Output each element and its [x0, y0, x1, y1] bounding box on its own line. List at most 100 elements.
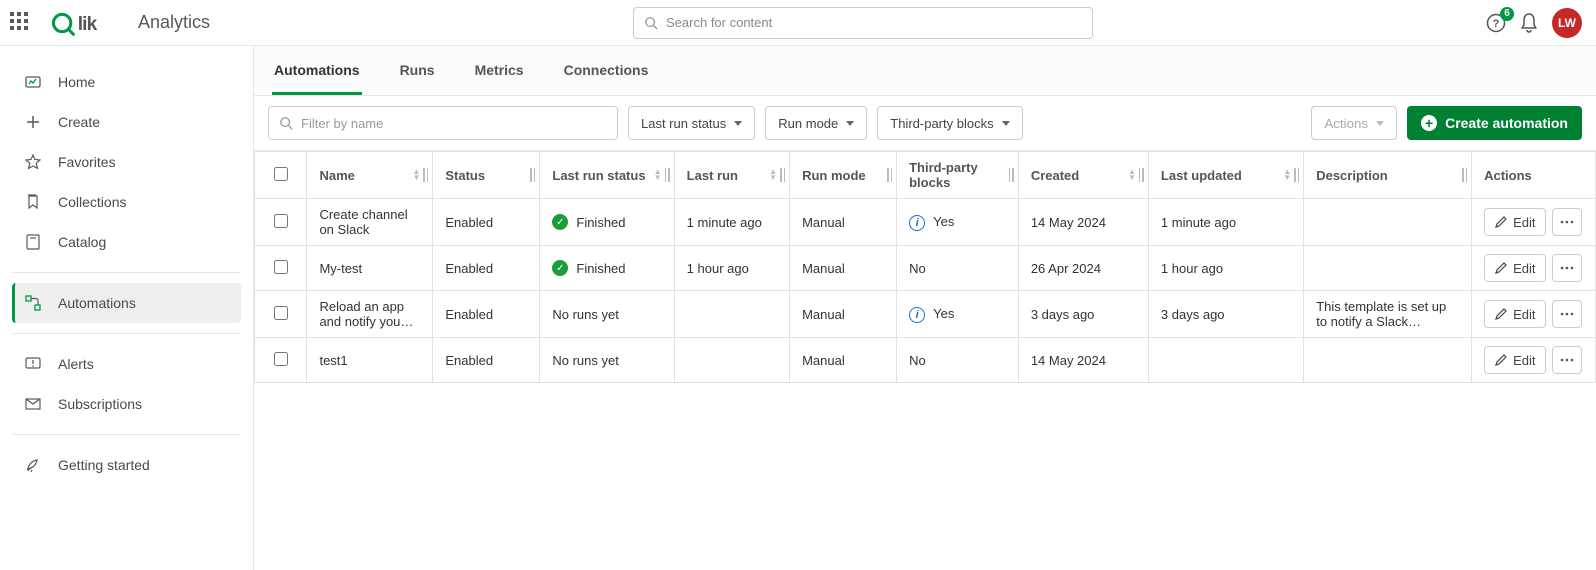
sidebar-item-catalog[interactable]: Catalog [12, 222, 241, 262]
sidebar-item-label: Create [58, 114, 100, 130]
filter-by-name[interactable] [268, 106, 618, 140]
sidebar-item-favorites[interactable]: Favorites [12, 142, 241, 182]
tab-metrics[interactable]: Metrics [473, 46, 526, 95]
col-header-created[interactable]: Created ▲▼ [1018, 152, 1148, 199]
more-button[interactable] [1552, 208, 1582, 236]
tab-automations[interactable]: Automations [272, 46, 362, 95]
sidebar-divider [12, 272, 241, 273]
col-header-last-run-status[interactable]: Last run status ▲▼ [540, 152, 674, 199]
sidebar-item-automations[interactable]: Automations [12, 283, 241, 323]
col-header-actions: Actions [1472, 152, 1596, 199]
sort-icon: ▲▼ [654, 169, 662, 181]
col-header-last-updated[interactable]: Last updated ▲▼ [1148, 152, 1303, 199]
sidebar-item-subscriptions[interactable]: Subscriptions [12, 384, 241, 424]
sidebar-item-label: Catalog [58, 234, 106, 250]
chevron-down-icon [1002, 121, 1010, 126]
cell-description [1304, 199, 1472, 246]
edit-button[interactable]: Edit [1484, 254, 1546, 282]
cell-name[interactable]: Create channel on Slack [307, 199, 433, 246]
cell-status: Enabled [433, 246, 540, 291]
tab-connections[interactable]: Connections [562, 46, 651, 95]
check-circle-icon: ✓ [552, 214, 568, 230]
plus-icon [24, 115, 42, 129]
cell-last-run [674, 338, 789, 383]
column-resize-handle[interactable] [665, 168, 670, 182]
edit-button[interactable]: Edit [1484, 208, 1546, 236]
col-header-tpb[interactable]: Third-party blocks [897, 152, 1019, 199]
column-resize-handle[interactable] [530, 168, 535, 182]
cell-status: Enabled [433, 338, 540, 383]
sidebar-item-label: Getting started [58, 457, 150, 473]
tab-runs[interactable]: Runs [398, 46, 437, 95]
column-resize-handle[interactable] [887, 168, 892, 182]
cell-run-mode: Manual [790, 199, 897, 246]
sidebar-item-create[interactable]: Create [12, 102, 241, 142]
avatar[interactable]: LW [1552, 8, 1582, 38]
filter-input[interactable] [301, 116, 607, 131]
filter-third-party-blocks[interactable]: Third-party blocks [877, 106, 1022, 140]
cell-name[interactable]: Reload an app and notify you… [307, 291, 433, 338]
row-checkbox[interactable] [274, 214, 288, 228]
cell-name[interactable]: My-test [307, 246, 433, 291]
bell-button[interactable] [1520, 13, 1538, 33]
bell-icon [1520, 13, 1538, 33]
more-button[interactable] [1552, 254, 1582, 282]
global-search[interactable] [633, 7, 1093, 39]
column-resize-handle[interactable] [1009, 168, 1014, 182]
column-resize-handle[interactable] [423, 168, 428, 182]
edit-button[interactable]: Edit [1484, 300, 1546, 328]
cell-actions: Edit [1472, 246, 1596, 291]
row-checkbox[interactable] [274, 306, 288, 320]
cell-status: Enabled [433, 291, 540, 338]
app-launcher-icon[interactable] [10, 12, 32, 34]
filter-last-run-status[interactable]: Last run status [628, 106, 755, 140]
col-header-status[interactable]: Status [433, 152, 540, 199]
select-all-checkbox[interactable] [274, 167, 288, 181]
more-icon [1560, 266, 1574, 270]
topbar: lik Analytics ? 6 LW [0, 0, 1596, 46]
bulk-actions-button[interactable]: Actions [1311, 106, 1397, 140]
cell-name[interactable]: test1 [307, 338, 433, 383]
col-header-name[interactable]: Name ▲▼ [307, 152, 433, 199]
column-resize-handle[interactable] [1462, 168, 1467, 182]
col-header-run-mode[interactable]: Run mode [790, 152, 897, 199]
sidebar-divider [12, 333, 241, 334]
row-checkbox[interactable] [274, 260, 288, 274]
sidebar-item-label: Subscriptions [58, 396, 142, 412]
more-icon [1560, 220, 1574, 224]
pencil-icon [1495, 262, 1507, 274]
column-resize-handle[interactable] [1294, 168, 1299, 182]
col-header-last-run[interactable]: Last run ▲▼ [674, 152, 789, 199]
sidebar-item-getting-started[interactable]: Getting started [12, 445, 241, 485]
cell-tpb: No [897, 246, 1019, 291]
sidebar-item-home[interactable]: Home [12, 62, 241, 102]
cell-actions: Edit [1472, 338, 1596, 383]
row-checkbox[interactable] [274, 352, 288, 366]
button-label: Create automation [1445, 115, 1568, 131]
filter-run-mode[interactable]: Run mode [765, 106, 867, 140]
button-label: Actions [1324, 116, 1368, 131]
help-button[interactable]: ? 6 [1486, 13, 1506, 33]
sort-icon: ▲▼ [769, 169, 777, 181]
sidebar-item-collections[interactable]: Collections [12, 182, 241, 222]
more-button[interactable] [1552, 346, 1582, 374]
sidebar-item-label: Favorites [58, 154, 116, 170]
search-input[interactable] [666, 15, 1082, 30]
bookmark-icon [24, 194, 42, 210]
dropdown-label: Run mode [778, 116, 838, 131]
cell-last-updated: 1 hour ago [1148, 246, 1303, 291]
more-button[interactable] [1552, 300, 1582, 328]
column-resize-handle[interactable] [780, 168, 785, 182]
chevron-down-icon [1376, 121, 1384, 126]
col-header-description[interactable]: Description [1304, 152, 1472, 199]
edit-button[interactable]: Edit [1484, 346, 1546, 374]
cell-status: Enabled [433, 199, 540, 246]
cell-last-run-status: ✓Finished [540, 246, 674, 291]
home-icon [24, 74, 42, 90]
sidebar-item-alerts[interactable]: Alerts [12, 344, 241, 384]
column-resize-handle[interactable] [1139, 168, 1144, 182]
create-automation-button[interactable]: + Create automation [1407, 106, 1582, 140]
sort-icon: ▲▼ [412, 169, 420, 181]
cell-last-updated: 3 days ago [1148, 291, 1303, 338]
logo[interactable]: lik Analytics [50, 10, 210, 36]
